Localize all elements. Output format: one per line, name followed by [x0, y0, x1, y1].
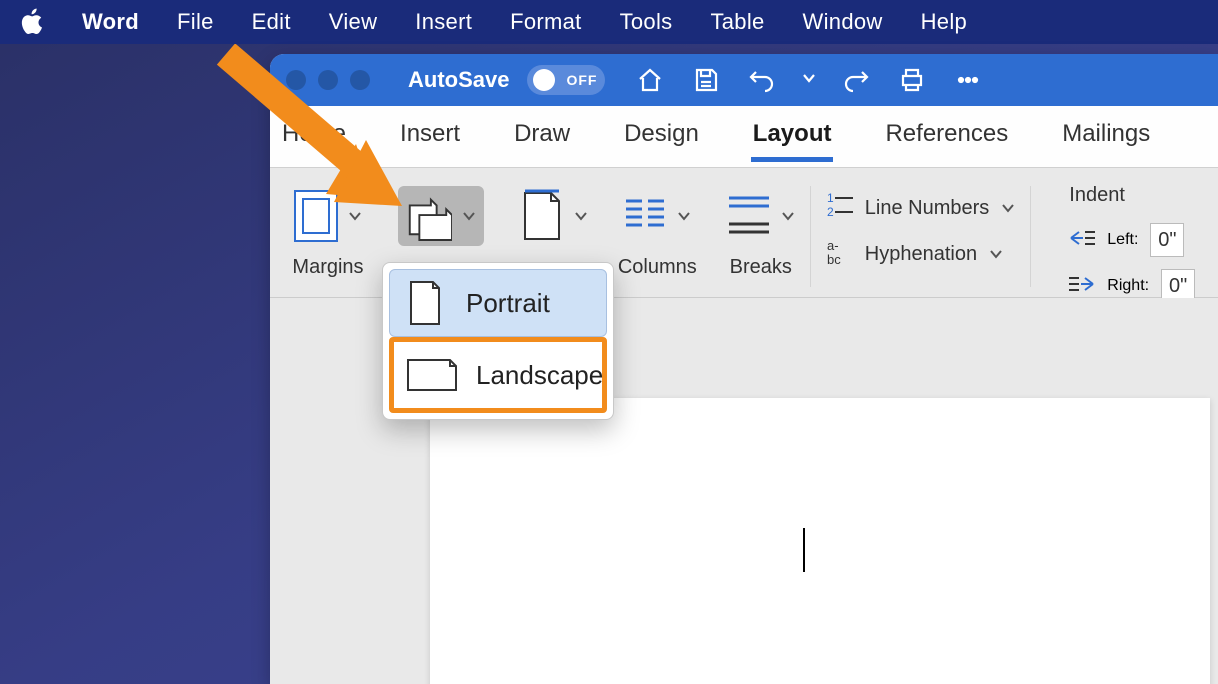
group-columns: Columns — [604, 176, 711, 297]
save-icon[interactable] — [689, 63, 723, 97]
orientation-option-landscape-label: Landscape — [476, 360, 603, 391]
undo-dropdown-chevron-icon[interactable] — [801, 70, 817, 91]
text-caret — [803, 528, 805, 572]
menubar-item-format[interactable]: Format — [510, 9, 581, 35]
tab-draw[interactable]: Draw — [512, 116, 572, 158]
orientation-icon — [404, 192, 452, 240]
svg-text:1: 1 — [827, 191, 834, 205]
columns-button[interactable] — [621, 182, 693, 250]
group-breaks: Breaks — [711, 176, 811, 297]
maximize-window-button[interactable] — [350, 70, 370, 90]
menubar-item-help[interactable]: Help — [921, 9, 967, 35]
breaks-button[interactable] — [725, 182, 797, 250]
indent-title: Indent — [1069, 184, 1195, 207]
margins-button[interactable] — [292, 182, 364, 250]
menubar-item-view[interactable]: View — [329, 9, 378, 35]
print-icon[interactable] — [895, 63, 929, 97]
orientation-option-portrait-label: Portrait — [466, 288, 550, 319]
undo-icon[interactable] — [745, 63, 779, 97]
chevron-down-icon — [675, 207, 693, 225]
menubar-item-tools[interactable]: Tools — [620, 9, 673, 35]
minimize-window-button[interactable] — [318, 70, 338, 90]
line-numbers-button[interactable]: 12 Line Numbers — [825, 190, 1018, 226]
indent-left-icon — [1069, 228, 1095, 253]
chevron-down-icon — [460, 207, 478, 225]
word-window: AutoSave OFF — [270, 54, 1218, 684]
columns-label: Columns — [618, 256, 697, 279]
quickaccess-toolbar — [633, 63, 985, 97]
tab-layout[interactable]: Layout — [751, 116, 834, 158]
chevron-down-icon — [987, 245, 1005, 263]
group-linenum-hyph: 12 Line Numbers a-bc Hyphenation — [811, 176, 1032, 297]
line-numbers-label: Line Numbers — [865, 197, 990, 220]
tab-insert[interactable]: Insert — [398, 116, 462, 158]
portrait-page-icon — [402, 280, 448, 326]
autosave-toggle-knob — [533, 69, 555, 91]
orientation-option-landscape[interactable]: Landscape — [389, 337, 607, 413]
chevron-down-icon — [779, 207, 797, 225]
menubar-item-edit[interactable]: Edit — [252, 9, 291, 35]
menubar-item-insert[interactable]: Insert — [415, 9, 472, 35]
breaks-label: Breaks — [730, 256, 792, 279]
window-titlebar: AutoSave OFF — [270, 54, 1218, 106]
indent-left-label: Left: — [1107, 231, 1138, 249]
svg-text:bc: bc — [827, 252, 841, 266]
margins-label: Margins — [292, 256, 363, 279]
document-page[interactable] — [430, 398, 1210, 684]
chevron-down-icon — [572, 207, 590, 225]
more-icon[interactable] — [951, 63, 985, 97]
margins-icon — [292, 192, 340, 240]
svg-text:2: 2 — [827, 205, 834, 219]
close-window-button[interactable] — [286, 70, 306, 90]
apple-logo-icon[interactable] — [20, 8, 44, 36]
size-icon — [518, 192, 566, 240]
menubar-item-file[interactable]: File — [177, 9, 214, 35]
breaks-icon — [725, 192, 773, 240]
line-numbers-icon: 12 — [825, 190, 855, 226]
orientation-dropdown: Portrait Landscape — [382, 262, 614, 420]
tab-home[interactable]: Home — [280, 116, 348, 158]
orientation-option-portrait[interactable]: Portrait — [389, 269, 607, 337]
tab-design[interactable]: Design — [622, 116, 701, 158]
home-icon[interactable] — [633, 63, 667, 97]
ribbon-tabs: Home Insert Draw Design Layout Reference… — [270, 106, 1218, 168]
tab-references[interactable]: References — [883, 116, 1010, 158]
indent-right-label: Right: — [1107, 277, 1149, 295]
macos-menubar: Word File Edit View Insert Format Tools … — [0, 0, 1218, 44]
svg-text:a-: a- — [827, 238, 839, 253]
hyphenation-label: Hyphenation — [865, 243, 977, 266]
chevron-down-icon — [999, 199, 1017, 217]
landscape-page-icon — [406, 352, 458, 398]
autosave-state-text: OFF — [566, 72, 597, 88]
chevron-down-icon — [346, 207, 364, 225]
menubar-app-name[interactable]: Word — [82, 9, 139, 35]
size-button[interactable] — [518, 182, 590, 250]
menubar-item-table[interactable]: Table — [710, 9, 764, 35]
hyphenation-button[interactable]: a-bc Hyphenation — [825, 236, 1018, 272]
redo-icon[interactable] — [839, 63, 873, 97]
hyphenation-icon: a-bc — [825, 236, 855, 272]
tab-mailings[interactable]: Mailings — [1060, 116, 1152, 158]
indent-left-field[interactable]: 0" — [1150, 223, 1184, 257]
traffic-lights — [286, 70, 370, 90]
autosave-toggle[interactable]: OFF — [527, 65, 605, 95]
menubar-item-window[interactable]: Window — [803, 9, 883, 35]
indent-right-icon — [1069, 274, 1095, 299]
group-indent: Indent Left: 0" Right: 0" — [1031, 176, 1209, 297]
orientation-button[interactable] — [398, 186, 484, 246]
autosave-label: AutoSave — [408, 67, 509, 93]
columns-icon — [621, 192, 669, 240]
group-margins: Margins — [278, 176, 378, 297]
